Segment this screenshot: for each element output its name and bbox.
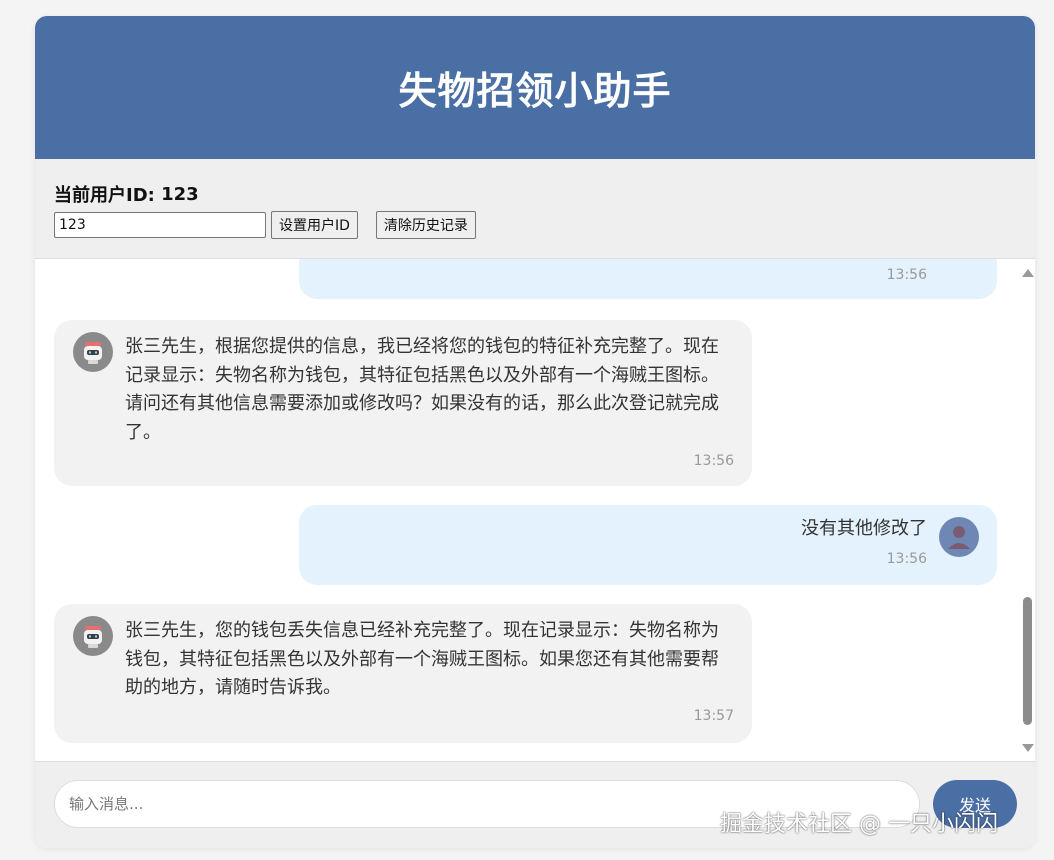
user-message: 13:56	[299, 259, 997, 299]
composer-bar: 发送	[35, 761, 1035, 848]
set-user-id-button[interactable]: 设置用户ID	[271, 211, 358, 239]
message-text: 没有其他修改了	[801, 518, 927, 539]
send-button[interactable]: 发送	[933, 780, 1017, 828]
robot-avatar-icon	[73, 616, 113, 656]
header: 失物招领小助手	[35, 16, 1035, 159]
bot-message: 张三先生，根据您提供的信息，我已经将您的钱包的特征补充完整了。现在记录显示：失物…	[54, 320, 752, 486]
user-id-input[interactable]	[54, 212, 266, 238]
user-bar: 当前用户ID: 123 设置用户ID 清除历史记录	[35, 159, 1035, 259]
scroll-thumb[interactable]	[1023, 597, 1032, 725]
message-time: 13:57	[693, 708, 734, 724]
clear-history-button[interactable]: 清除历史记录	[375, 211, 476, 239]
scroll-down-arrow-icon[interactable]	[1022, 744, 1034, 752]
user-avatar-icon	[939, 517, 979, 557]
user-message: 没有其他修改了 13:56	[299, 505, 997, 585]
message-time: 13:56	[886, 267, 927, 283]
message-text: 张三先生，您的钱包丢失信息已经补充完整了。现在记录显示：失物名称为钱包，其特征包…	[125, 620, 719, 698]
message-input[interactable]	[54, 780, 920, 828]
message-scrollbar[interactable]	[1019, 259, 1035, 761]
message-list[interactable]: 13:56 张三先生，根据您提供的信息，我已经将您的钱包的特征补充完整了。现在记…	[35, 259, 1035, 761]
chat-app: 失物招领小助手 当前用户ID: 123 设置用户ID 清除历史记录 13:56	[35, 16, 1035, 848]
user-controls: 设置用户ID 清除历史记录	[54, 211, 1016, 239]
scroll-up-arrow-icon[interactable]	[1022, 269, 1034, 277]
page-title: 失物招领小助手	[398, 69, 672, 113]
current-user-label: 当前用户ID:	[54, 185, 155, 206]
current-user-id: 123	[161, 183, 199, 205]
message-time: 13:56	[693, 453, 734, 469]
message-text: 张三先生，根据您提供的信息，我已经将您的钱包的特征补充完整了。现在记录显示：失物…	[125, 336, 719, 443]
bot-message: 张三先生，您的钱包丢失信息已经补充完整了。现在记录显示：失物名称为钱包，其特征包…	[54, 604, 752, 743]
message-time: 13:56	[886, 551, 927, 567]
current-user-line: 当前用户ID: 123	[54, 179, 1016, 209]
robot-avatar-icon	[73, 332, 113, 372]
